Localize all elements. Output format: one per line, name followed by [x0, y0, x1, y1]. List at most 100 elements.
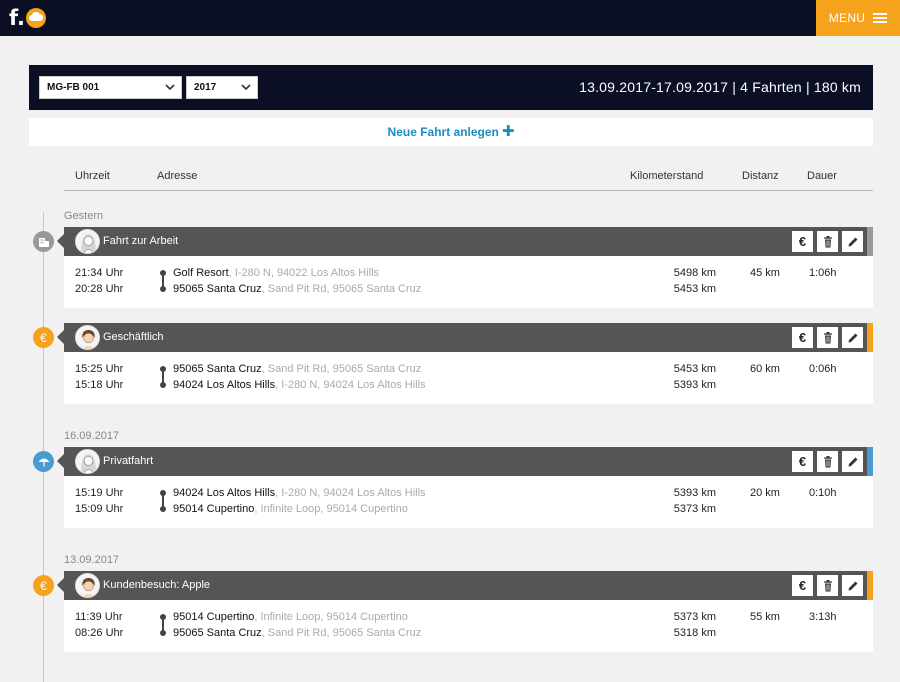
delete-button[interactable]	[817, 231, 838, 252]
trip-start-time: 11:39 Uhr	[75, 611, 123, 623]
filter-bar: MG-FB 001 2017 13.09.2017-17.09.2017 | 4…	[29, 65, 873, 110]
category-stripe	[867, 323, 873, 352]
trip-address: Golf Resort, I-280 N, 94022 Los Altos Hi…	[173, 267, 380, 279]
trip-address: 94024 Los Altos Hills, I-280 N, 94024 Lo…	[173, 487, 426, 499]
date-group-label: 16.09.2017	[64, 430, 120, 442]
trip-title: Fahrt zur Arbeit	[103, 235, 179, 247]
trip-distance: 60 km	[750, 363, 780, 375]
trash-icon	[823, 331, 832, 343]
odometer-value: 5373 km	[673, 503, 716, 515]
column-address: Adresse	[157, 170, 198, 182]
expense-button[interactable]: €	[792, 575, 813, 596]
pencil-icon	[848, 333, 857, 342]
trip-address: 95065 Santa Cruz, Sand Pit Rd, 95065 San…	[173, 363, 422, 375]
edit-button[interactable]	[842, 575, 863, 596]
column-odometer: Kilometerstand	[630, 170, 704, 182]
trip-start-time: 21:34 Uhr	[75, 267, 124, 279]
trip-start-time: 15:25 Uhr	[75, 363, 124, 375]
euro-icon: €	[33, 327, 54, 348]
avatar	[75, 449, 100, 474]
app-logo[interactable]: f.	[9, 7, 46, 29]
trip-header[interactable]: Privatfahrt €	[57, 447, 873, 476]
edit-button[interactable]	[842, 327, 863, 348]
trip-actions: €	[792, 451, 863, 472]
trash-icon	[823, 235, 832, 247]
trip-start-time: 15:19 Uhr	[75, 487, 124, 499]
trip-header[interactable]: Fahrt zur Arbeit €	[57, 227, 873, 256]
plus-icon: ✚	[501, 123, 515, 140]
edit-button[interactable]	[842, 451, 863, 472]
vehicle-select-value: MG-FB 001	[47, 82, 100, 93]
trip-address: 94024 Los Altos Hills, I-280 N, 94024 Lo…	[173, 379, 426, 391]
trip-header[interactable]: Geschäftlich €	[57, 323, 873, 352]
trash-icon	[823, 579, 832, 591]
chevron-down-icon	[241, 84, 251, 91]
expense-button[interactable]: €	[792, 231, 813, 252]
pencil-icon	[848, 581, 857, 590]
trip-distance: 55 km	[750, 611, 780, 623]
delete-button[interactable]	[817, 451, 838, 472]
hamburger-icon	[873, 13, 888, 23]
edit-button[interactable]	[842, 231, 863, 252]
trip-end-time: 20:28 Uhr	[75, 283, 124, 295]
menu-button[interactable]: MENU	[816, 0, 900, 36]
trip-address: 95065 Santa Cruz, Sand Pit Rd, 95065 San…	[173, 283, 422, 295]
trip-address: 95014 Cupertino, Infinite Loop, 95014 Cu…	[173, 503, 408, 515]
avatar	[75, 573, 100, 598]
date-group-label: Gestern	[64, 210, 104, 222]
top-bar: f. MENU	[0, 0, 900, 36]
delete-button[interactable]	[817, 575, 838, 596]
euro-icon: €	[33, 575, 54, 596]
odometer-value: 5393 km	[673, 487, 716, 499]
year-select[interactable]: 2017	[186, 76, 258, 99]
trip-actions: €	[792, 231, 863, 252]
umbrella-icon	[33, 451, 54, 472]
trip-details[interactable]: 21:34 Uhr 20:28 Uhr Golf Resort, I-280 N…	[64, 256, 873, 308]
date-group-label: 13.09.2017	[64, 554, 120, 566]
trip-title: Kundenbesuch: Apple	[103, 579, 211, 591]
trip-distance: 45 km	[750, 267, 780, 279]
odometer-value: 5453 km	[673, 363, 716, 375]
trip-address: 95065 Santa Cruz, Sand Pit Rd, 95065 San…	[173, 627, 422, 639]
trip-details[interactable]: 11:39 Uhr 08:26 Uhr 95014 Cupertino, Inf…	[64, 600, 873, 652]
avatar	[75, 229, 100, 254]
trip-summary: 13.09.2017-17.09.2017 | 4 Fahrten | 180 …	[579, 79, 861, 95]
trash-icon	[823, 455, 832, 467]
year-select-value: 2017	[194, 82, 217, 93]
trip-address: 95014 Cupertino, Infinite Loop, 95014 Cu…	[173, 611, 408, 623]
column-time: Uhrzeit	[75, 170, 110, 182]
trip-header[interactable]: Kundenbesuch: Apple €	[57, 571, 873, 600]
chevron-down-icon	[165, 84, 175, 91]
cloud-icon	[25, 8, 46, 28]
trip-end-time: 08:26 Uhr	[75, 627, 124, 639]
delete-button[interactable]	[817, 327, 838, 348]
new-trip-button[interactable]: Neue Fahrt anlegen ✚	[29, 118, 873, 146]
category-stripe	[867, 571, 873, 600]
pencil-icon	[848, 457, 857, 466]
trip-details[interactable]: 15:25 Uhr 15:18 Uhr 95065 Santa Cruz, Sa…	[64, 352, 873, 404]
column-distance: Distanz	[742, 170, 779, 182]
column-duration: Dauer	[807, 170, 837, 182]
trip-end-time: 15:18 Uhr	[75, 379, 124, 391]
trip-duration: 0:06h	[809, 363, 837, 375]
trip-duration: 3:13h	[809, 611, 837, 623]
odometer-value: 5318 km	[673, 627, 716, 639]
building-icon	[33, 231, 54, 252]
trip-title: Privatfahrt	[103, 455, 154, 467]
odometer-value: 5393 km	[673, 379, 716, 391]
logo-letter: f.	[9, 6, 25, 30]
avatar	[75, 325, 100, 350]
trip-details[interactable]: 15:19 Uhr 15:09 Uhr 94024 Los Altos Hill…	[64, 476, 873, 528]
trip-actions: €	[792, 327, 863, 348]
category-stripe	[867, 447, 873, 476]
odometer-value: 5373 km	[673, 611, 716, 623]
pencil-icon	[848, 237, 857, 246]
vehicle-select[interactable]: MG-FB 001	[39, 76, 182, 99]
expense-button[interactable]: €	[792, 451, 813, 472]
trip-duration: 1:06h	[809, 267, 837, 279]
trip-title: Geschäftlich	[103, 331, 164, 343]
odometer-value: 5453 km	[673, 283, 716, 295]
category-stripe	[867, 227, 873, 256]
trip-end-time: 15:09 Uhr	[75, 503, 124, 515]
expense-button[interactable]: €	[792, 327, 813, 348]
